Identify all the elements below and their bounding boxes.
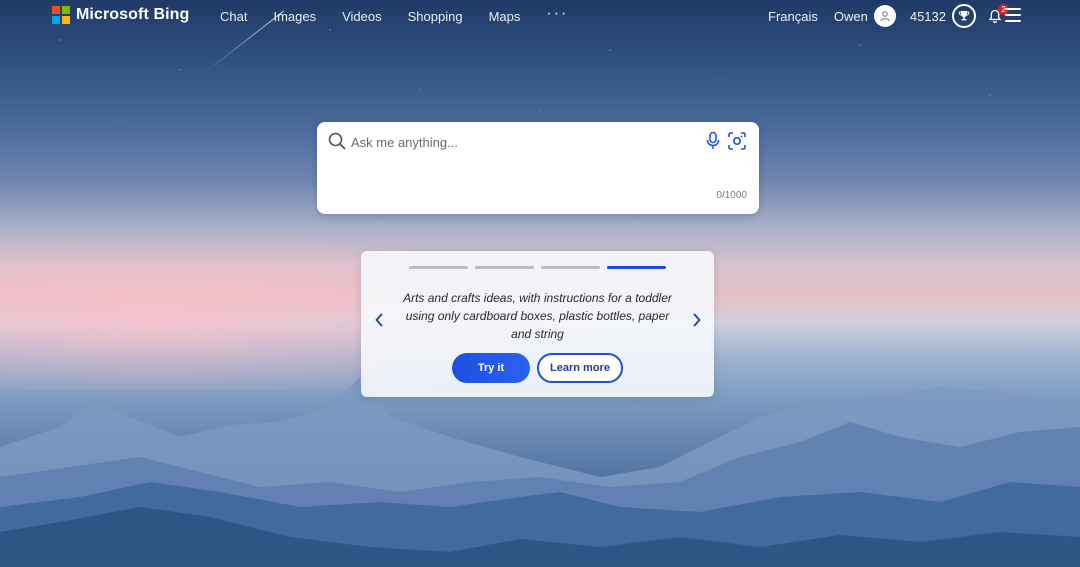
top-header: Microsoft Bing Chat Images Videos Shoppi… — [0, 0, 1080, 34]
nav-shopping[interactable]: Shopping — [408, 9, 463, 24]
logo-square-blue — [52, 16, 60, 24]
chevron-left-icon[interactable] — [370, 311, 388, 329]
slide-indicator[interactable] — [475, 266, 534, 269]
slide-indicator[interactable] — [541, 266, 600, 269]
nav-images[interactable]: Images — [273, 9, 316, 24]
menu-line — [1005, 20, 1021, 22]
character-counter: 0/1000 — [716, 190, 747, 201]
notifications-bell-icon[interactable]: 2 — [984, 4, 1009, 27]
brand-name: Microsoft Bing — [76, 6, 190, 23]
bing-logo[interactable]: Microsoft Bing — [52, 6, 189, 24]
slide-progress — [409, 266, 666, 269]
main-nav: Chat Images Videos Shopping Maps ··· — [220, 5, 568, 24]
nav-maps[interactable]: Maps — [489, 9, 521, 24]
search-box[interactable]: 0/1000 — [317, 122, 759, 214]
suggestion-card: Arts and crafts ideas, with instructions… — [361, 251, 714, 397]
logo-square-red — [52, 6, 60, 14]
nav-chat[interactable]: Chat — [220, 9, 247, 24]
rewards-trophy-icon[interactable] — [952, 4, 976, 28]
slide-indicator-active[interactable] — [607, 266, 666, 269]
header-right: Français Owen 45132 2 — [768, 4, 1016, 28]
search-input[interactable] — [351, 132, 681, 152]
slide-indicator[interactable] — [409, 266, 468, 269]
language-link[interactable]: Français — [768, 9, 818, 24]
microsoft-logo-icon — [52, 6, 70, 24]
search-icon — [328, 132, 346, 155]
visual-search-icon[interactable] — [727, 131, 747, 156]
suggestion-prompt: Arts and crafts ideas, with instructions… — [403, 291, 672, 341]
nav-more-button[interactable]: ··· — [546, 5, 568, 24]
try-it-button[interactable]: Try it — [452, 353, 530, 383]
rewards-points[interactable]: 45132 — [910, 9, 946, 24]
logo-square-green — [62, 6, 70, 14]
logo-square-yellow — [62, 16, 70, 24]
chevron-right-icon[interactable] — [688, 311, 706, 329]
menu-line — [1005, 14, 1021, 16]
user-name[interactable]: Owen — [834, 9, 868, 24]
microphone-icon[interactable] — [705, 131, 721, 156]
nav-videos[interactable]: Videos — [342, 9, 382, 24]
user-avatar-icon[interactable] — [873, 5, 896, 27]
learn-more-button[interactable]: Learn more — [537, 353, 623, 383]
menu-line — [1005, 8, 1021, 10]
hamburger-menu-icon[interactable] — [1005, 8, 1021, 22]
